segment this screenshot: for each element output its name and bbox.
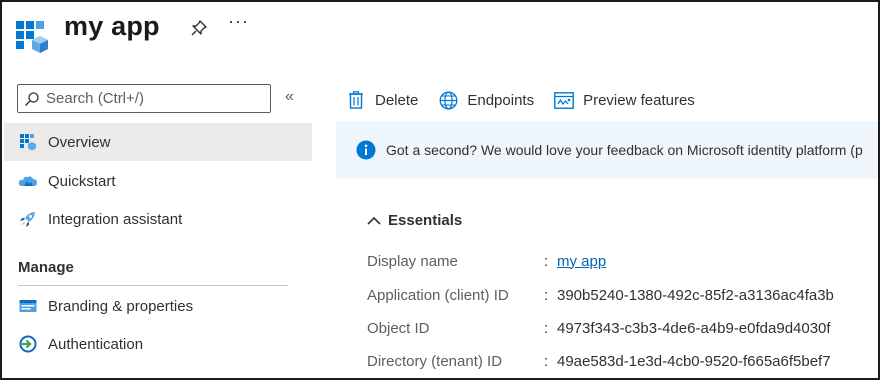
info-icon [356, 140, 376, 160]
field-label: Application (client) ID [367, 286, 509, 304]
collapse-sidebar-button[interactable]: « [285, 88, 294, 106]
display-name-link[interactable]: my app [557, 253, 606, 270]
cloud-icon [18, 171, 38, 191]
preview-features-button[interactable]: Preview features [554, 90, 695, 110]
authentication-icon [18, 334, 38, 354]
sidebar-item-integration-assistant[interactable]: Integration assistant [4, 200, 312, 238]
branding-icon [18, 296, 38, 316]
page-title: my app [64, 11, 160, 41]
sidebar-item-overview[interactable]: Overview [4, 123, 312, 161]
tenant-id-value: 49ae583d-1e3d-4cb0-9520-f665a6f5bef7 [557, 352, 831, 370]
pin-button[interactable] [188, 17, 210, 39]
overview-grid-icon [18, 132, 38, 152]
sidebar-item-branding[interactable]: Branding & properties [4, 287, 312, 325]
endpoints-button[interactable]: Endpoints [438, 90, 534, 110]
command-bar: Delete Endpoints Preview features [346, 86, 715, 114]
essentials-row-display-name: Display name : my app [367, 250, 606, 272]
app-registration-icon [16, 21, 48, 53]
field-label: Display name [367, 252, 458, 270]
manage-section-title: Manage [18, 259, 74, 276]
endpoints-label: Endpoints [467, 91, 535, 109]
field-label: Directory (tenant) ID [367, 352, 503, 370]
client-id-value: 390b5240-1380-492c-85f2-a3136ac4fa3b [557, 286, 834, 304]
preview-features-icon [554, 90, 574, 110]
search-input[interactable] [46, 90, 256, 107]
preview-features-label: Preview features [583, 91, 695, 109]
page-header: my app ··· [2, 2, 878, 64]
rocket-icon [18, 209, 38, 229]
field-separator: : [544, 252, 549, 270]
sidebar-item-label: Quickstart [48, 172, 116, 190]
delete-label: Delete [375, 91, 419, 109]
banner-text: Got a second? We would love your feedbac… [386, 142, 863, 158]
feedback-banner[interactable]: Got a second? We would love your feedbac… [336, 121, 878, 179]
search-icon [25, 91, 39, 106]
search-box[interactable] [17, 84, 271, 113]
field-separator: : [544, 352, 549, 370]
delete-button[interactable]: Delete [346, 90, 418, 110]
field-separator: : [544, 286, 549, 304]
sidebar-item-label: Integration assistant [48, 210, 183, 228]
sidebar-item-quickstart[interactable]: Quickstart [4, 162, 312, 200]
sidebar-item-authentication[interactable]: Authentication [4, 325, 312, 363]
sidebar-item-label: Branding & properties [48, 297, 194, 315]
sidebar-item-label: Overview [48, 133, 111, 151]
globe-icon [438, 90, 458, 110]
essentials-title: Essentials [388, 212, 463, 229]
essentials-row-object-id: Object ID : 4973f343-c3b3-4de6-a4b9-e0fd… [367, 317, 831, 339]
object-id-value: 4973f343-c3b3-4de6-a4b9-e0fda9d4030f [557, 319, 831, 337]
essentials-row-tenant-id: Directory (tenant) ID : 49ae583d-1e3d-4c… [367, 350, 831, 372]
app-window: my app ··· « Ov [0, 0, 880, 380]
section-divider [18, 285, 288, 286]
more-options-button[interactable]: ··· [228, 11, 249, 32]
field-label: Object ID [367, 319, 430, 337]
essentials-toggle[interactable]: Essentials [366, 212, 462, 229]
pin-icon [191, 20, 207, 36]
chevron-up-icon [367, 216, 381, 225]
essentials-row-client-id: Application (client) ID : 390b5240-1380-… [367, 284, 834, 306]
field-separator: : [544, 319, 549, 337]
sidebar-item-label: Authentication [48, 335, 144, 353]
trash-icon [346, 90, 366, 110]
